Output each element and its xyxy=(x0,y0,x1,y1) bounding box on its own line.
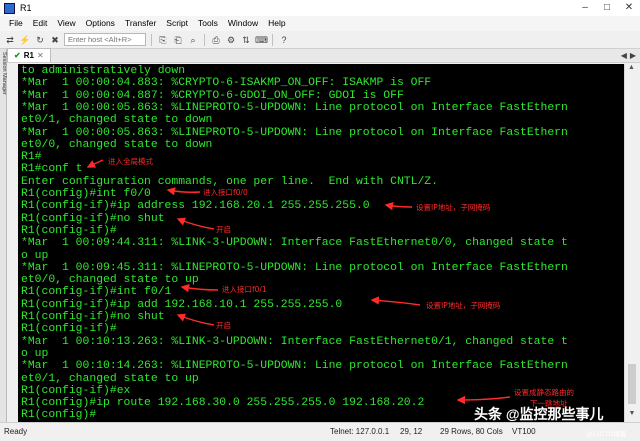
status-ready: Ready xyxy=(4,427,28,436)
annotation-set-ip1: 设置IP地址，子网掩码 xyxy=(416,203,491,212)
status-bar: Ready Telnet: 127.0.0.1 29, 12 29 Rows, … xyxy=(0,422,640,441)
menu-view[interactable]: View xyxy=(52,16,80,31)
toolbar-divider xyxy=(151,33,152,46)
menu-file[interactable]: File xyxy=(4,16,28,31)
terminal-line: R1(config-if)#ip add 192.168.10.1 255.25… xyxy=(21,298,343,311)
annotation-enable2: 开启 xyxy=(216,321,231,330)
tab-prev-icon[interactable]: ◀ xyxy=(621,51,627,60)
settings-icon[interactable]: ⚙ xyxy=(225,34,237,46)
terminal-line: *Mar 1 00:00:05.863: %LINEPROTO-5-UPDOWN… xyxy=(21,126,568,139)
toolbar-divider xyxy=(272,33,273,46)
scroll-thumb[interactable] xyxy=(628,364,636,404)
terminal-line: o up xyxy=(21,249,49,262)
menu-help[interactable]: Help xyxy=(263,16,290,31)
connected-check-icon: ✔ xyxy=(14,51,21,60)
reconnect-icon[interactable]: ↻ xyxy=(34,34,46,46)
title-bar: R1 – □ ✕ xyxy=(0,0,640,16)
terminal-line: R1(config)#ip route 192.168.30.0 255.255… xyxy=(21,397,425,410)
help-icon[interactable]: ? xyxy=(278,34,290,46)
menu-options[interactable]: Options xyxy=(81,16,120,31)
tab-next-icon[interactable]: ▶ xyxy=(630,51,636,60)
terminal-line: et0/0, changed state to up xyxy=(21,274,199,287)
terminal-line: R1(config-if)#int f0/1 xyxy=(21,286,172,299)
close-icon[interactable]: ✕ xyxy=(618,0,640,16)
terminal-line: *Mar 1 00:00:04.887: %CRYPTO-6-GDOI_ON_O… xyxy=(21,89,404,102)
disconnect-icon[interactable]: ✖ xyxy=(49,34,61,46)
window-title: R1 xyxy=(20,3,32,13)
terminal-line: R1(config-if)#no shut xyxy=(21,212,165,225)
connect-icon[interactable]: ⇄ xyxy=(4,34,16,46)
annotation-enter-if0: 进入接口f0/0 xyxy=(203,188,248,197)
window-controls: – □ ✕ xyxy=(574,0,640,16)
quick-connect-icon[interactable]: ⚡ xyxy=(19,34,31,46)
watermark-sub: @51CTO博客 xyxy=(586,431,627,438)
terminal-window[interactable]: to administratively down *Mar 1 00:00:04.… xyxy=(18,64,624,422)
menu-bar: File Edit View Options Transfer Script T… xyxy=(0,16,640,31)
terminal-line: *Mar 1 00:09:45.311: %LINEPROTO-5-UPDOWN… xyxy=(21,261,568,274)
annotation-static-route-1: 设置成静态路由的 xyxy=(514,388,574,397)
annotation-set-ip2: 设置IP地址，子网掩码 xyxy=(426,301,501,310)
find-icon[interactable]: ⌕ xyxy=(187,34,199,46)
terminal-line: R1(config-if)#no shut xyxy=(21,311,165,323)
status-connection: Telnet: 127.0.0.1 xyxy=(330,427,390,436)
vertical-scrollbar[interactable]: ▲ ▼ xyxy=(624,64,638,422)
status-size: 29 Rows, 80 Cols xyxy=(440,427,503,436)
menu-transfer[interactable]: Transfer xyxy=(120,16,161,31)
sftp-icon[interactable]: ⇅ xyxy=(240,34,252,46)
toolbar: ⇄ ⚡ ↻ ✖ ⎘ ⎗ ⌕ ⎙ ⚙ ⇅ ⌨ ? xyxy=(0,31,640,49)
terminal-line: *Mar 1 00:10:13.263: %LINK-3-UPDOWN: Int… xyxy=(21,335,568,348)
tab-bar: ✔ R1 ✕ ◀ ▶ xyxy=(7,48,640,63)
terminal-line: Enter configuration commands, one per li… xyxy=(21,175,438,188)
annotation-enter-if1: 进入接口f0/1 xyxy=(222,285,267,294)
terminal-line: R1(config-if)#ip address 192.168.20.1 25… xyxy=(21,200,370,213)
tab-close-icon[interactable]: ✕ xyxy=(37,51,44,60)
terminal-line: R1(config)# xyxy=(21,409,97,422)
annotation-enable1: 开启 xyxy=(216,225,231,234)
menu-window[interactable]: Window xyxy=(223,16,263,31)
menu-tools[interactable]: Tools xyxy=(193,16,223,31)
terminal-line: R1(config-if)# xyxy=(21,323,117,336)
terminal-line: R1(config-if)# xyxy=(21,224,117,237)
menu-script[interactable]: Script xyxy=(161,16,193,31)
terminal-line: *Mar 1 00:00:05.863: %LINEPROTO-5-UPDOWN… xyxy=(21,101,568,114)
watermark: 头条 @监控那些事儿 xyxy=(474,406,604,422)
terminal-line: *Mar 1 00:10:14.263: %LINEPROTO-5-UPDOWN… xyxy=(21,360,568,373)
status-cursor-position: 29, 12 xyxy=(400,427,423,436)
scroll-up-icon[interactable]: ▲ xyxy=(625,64,638,76)
terminal-line: R1(config-if)#ex xyxy=(21,384,131,397)
session-manager-label[interactable]: Session Manager xyxy=(0,52,7,112)
terminal-line: to administratively down xyxy=(21,65,186,77)
menu-edit[interactable]: Edit xyxy=(28,16,53,31)
terminal-line: *Mar 1 00:09:44.311: %LINK-3-UPDOWN: Int… xyxy=(21,237,568,250)
terminal-line: et0/1, changed state to up xyxy=(21,372,199,385)
terminal-line: R1# xyxy=(21,151,42,164)
keymap-icon[interactable]: ⌨ xyxy=(255,34,268,46)
toolbar-divider xyxy=(204,33,205,46)
terminal-line: *Mar 1 00:00:04.883: %CRYPTO-6-ISAKMP_ON… xyxy=(21,77,432,90)
copy-icon[interactable]: ⎘ xyxy=(157,34,169,46)
terminal-line: et0/0, changed state to down xyxy=(21,138,213,151)
tab-label: R1 xyxy=(23,51,34,60)
host-input[interactable] xyxy=(64,33,146,46)
paste-icon[interactable]: ⎗ xyxy=(172,34,184,46)
print-icon[interactable]: ⎙ xyxy=(210,34,222,46)
scroll-down-icon[interactable]: ▼ xyxy=(625,410,639,422)
minimize-icon[interactable]: – xyxy=(574,0,596,16)
tab-r1[interactable]: ✔ R1 ✕ xyxy=(7,48,51,62)
maximize-icon[interactable]: □ xyxy=(596,0,618,16)
terminal-line: R1(config)#int f0/0 xyxy=(21,188,151,200)
app-icon xyxy=(4,2,15,14)
status-terminal-type: VT100 xyxy=(512,427,536,436)
terminal-line: et0/1, changed state to down xyxy=(21,114,213,127)
tab-nav: ◀ ▶ xyxy=(621,48,636,62)
terminal-line: R1#conf t xyxy=(21,163,83,176)
annotation-enter-global: 进入全局模式 xyxy=(108,157,153,166)
terminal-line: o up xyxy=(21,347,49,360)
